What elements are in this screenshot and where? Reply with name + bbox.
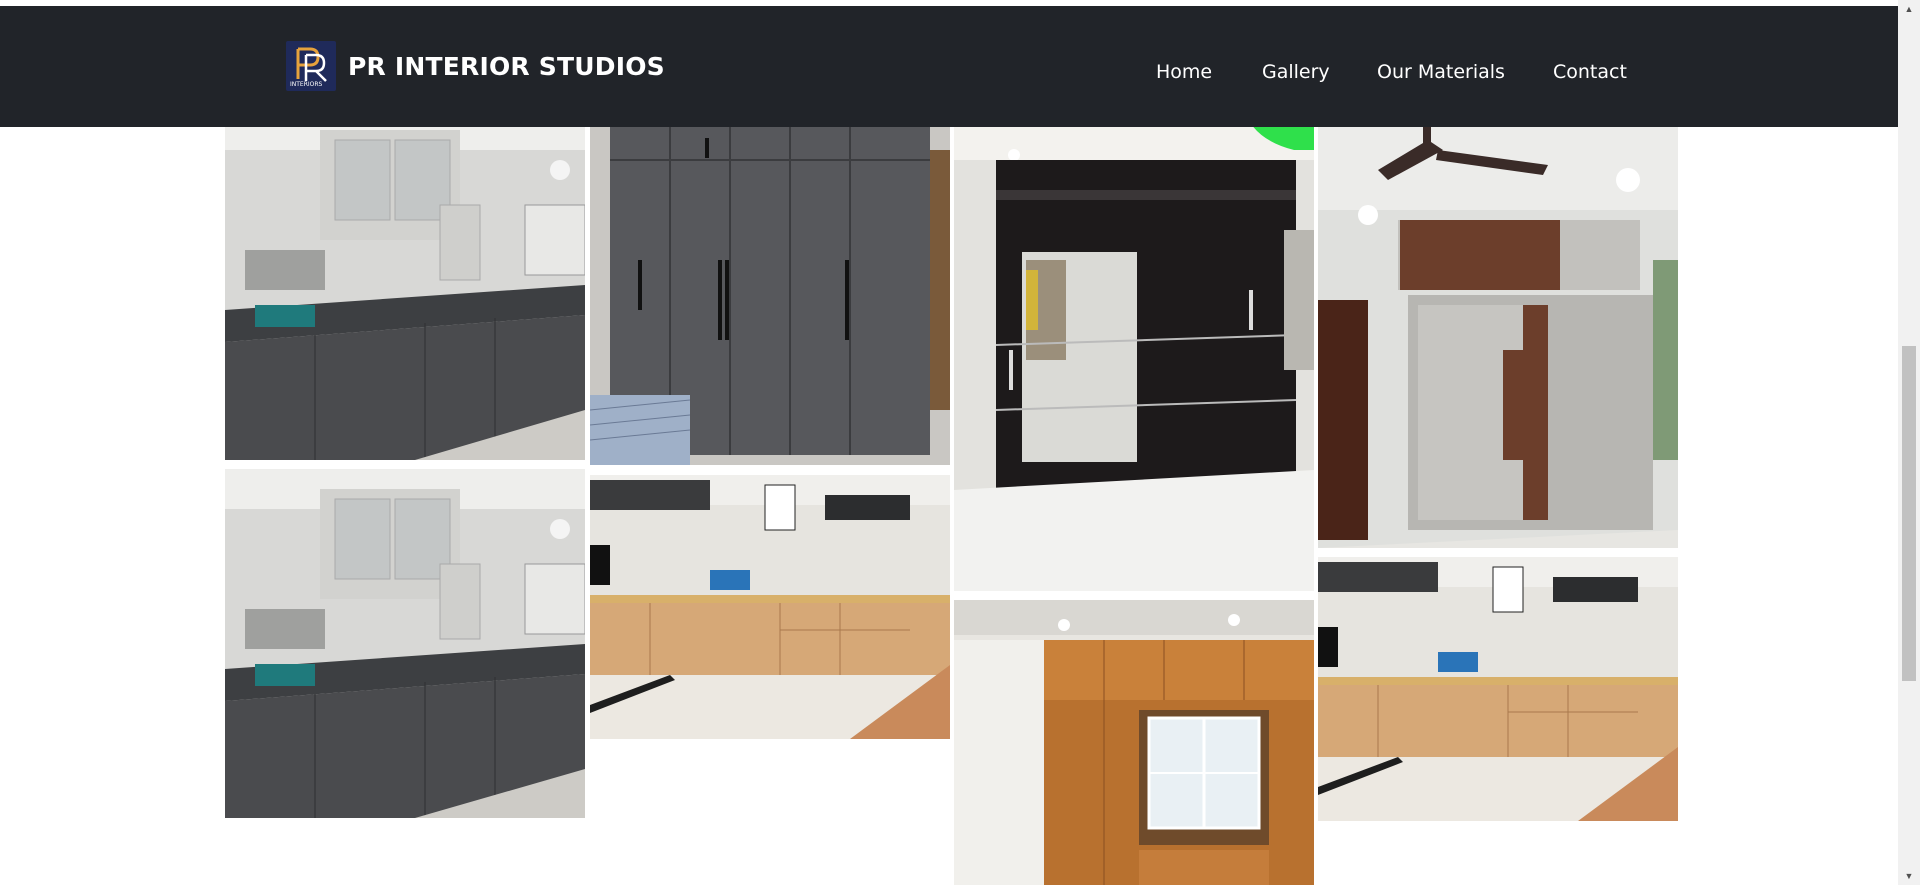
nav-home[interactable]: Home [1156,61,1212,83]
scrollbar-thumb[interactable] [1902,346,1916,681]
nav-contact[interactable]: Contact [1553,61,1627,83]
gallery-photo-kitchen-wood-2[interactable] [1318,557,1678,821]
navbar: INTERIORS PR INTERIOR STUDIOS Home Galle… [0,6,1898,127]
brand-name[interactable]: PR INTERIOR STUDIOS [348,52,665,81]
gallery-photo-wardrobe-wood-window[interactable] [954,600,1314,885]
gallery-photo-wardrobe-grey[interactable] [590,110,950,465]
gallery-photo-kitchen-grey-1[interactable] [225,110,585,460]
gallery-photo-wardrobe-sliding-fan[interactable] [1318,110,1678,548]
vertical-scrollbar[interactable]: ▲ ▼ [1898,0,1920,885]
gallery-photo-wardrobe-sliding-mirror[interactable] [954,110,1314,591]
gallery-photo-kitchen-wood-1[interactable] [590,475,950,739]
scroll-up-arrow-icon[interactable]: ▲ [1898,0,1920,18]
gallery-photo-kitchen-grey-2[interactable] [225,469,585,818]
brand-logo-text: INTERIORS [290,81,323,88]
nav-gallery[interactable]: Gallery [1262,61,1330,83]
scroll-down-arrow-icon[interactable]: ▼ [1898,867,1920,885]
nav-our-materials[interactable]: Our Materials [1377,61,1505,83]
